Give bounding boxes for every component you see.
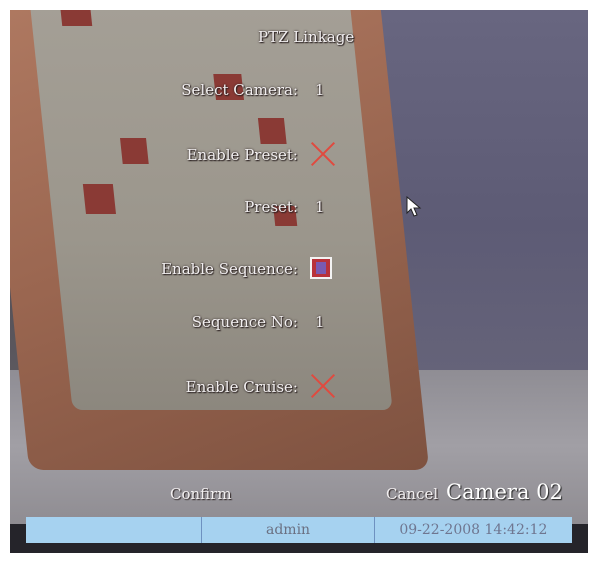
sequence-no-value[interactable]: 1 [315, 313, 325, 331]
select-camera-label: Select Camera: [181, 81, 298, 99]
select-camera-value[interactable]: 1 [315, 81, 325, 99]
preset-label: Preset: [244, 198, 298, 216]
mouse-cursor-icon [406, 196, 422, 217]
camera-name-overlay: Camera 02 [446, 480, 563, 504]
cross-icon[interactable] [310, 373, 336, 399]
background-calendar [27, 10, 393, 410]
dvr-screen: PTZ Linkage Select Camera: 1 Enable Pres… [10, 10, 588, 553]
sequence-no-label: Sequence No: [191, 313, 298, 331]
confirm-button[interactable]: Confirm [170, 485, 232, 503]
calendar-mark [257, 118, 287, 144]
enable-preset-label: Enable Preset: [186, 146, 298, 164]
calendar-mark [60, 10, 93, 26]
calendar-mark [82, 184, 116, 214]
status-user: admin [202, 517, 375, 543]
checkbox-checked-icon[interactable] [310, 257, 332, 279]
checkbox-mark [316, 262, 326, 274]
cancel-button[interactable]: Cancel [386, 485, 438, 503]
preset-value[interactable]: 1 [315, 198, 325, 216]
cross-icon[interactable] [310, 141, 336, 167]
status-bar: admin 09-22-2008 14:42:12 [26, 517, 572, 543]
enable-cruise-label: Enable Cruise: [185, 378, 298, 396]
calendar-mark [120, 138, 149, 164]
enable-sequence-label: Enable Sequence: [161, 260, 298, 278]
status-datetime: 09-22-2008 14:42:12 [399, 522, 548, 538]
menu-title: PTZ Linkage [258, 28, 355, 46]
status-segment-empty [26, 517, 203, 543]
